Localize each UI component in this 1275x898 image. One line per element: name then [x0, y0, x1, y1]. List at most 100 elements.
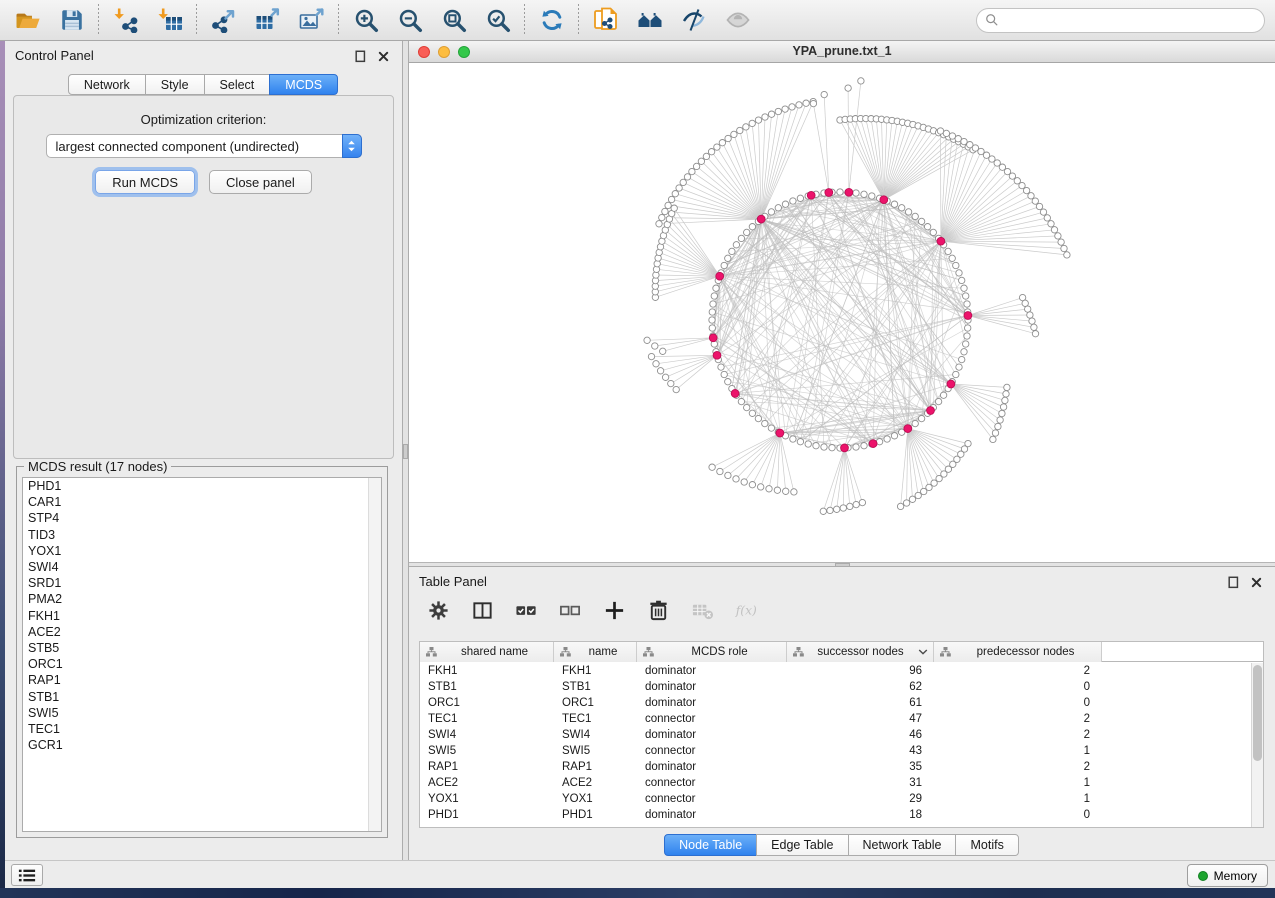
- select-all-button[interactable]: [513, 597, 540, 624]
- export-table-button[interactable]: [250, 4, 285, 36]
- list-item[interactable]: FKH1: [23, 608, 381, 624]
- import-table-button[interactable]: [152, 4, 187, 36]
- tab-edge-table[interactable]: Edge Table: [756, 834, 848, 856]
- first-neighbors-button[interactable]: [632, 4, 667, 36]
- export-network-button[interactable]: [206, 4, 241, 36]
- list-item[interactable]: CAR1: [23, 494, 381, 510]
- new-network-from-selection-button[interactable]: [588, 4, 623, 36]
- network-window-titlebar[interactable]: YPA_prune.txt_1: [409, 41, 1275, 63]
- search-input[interactable]: [999, 13, 1264, 27]
- open-file-button[interactable]: [10, 4, 45, 36]
- zoom-in-button[interactable]: [348, 4, 383, 36]
- table-row[interactable]: SWI5SWI5connector431: [420, 743, 1251, 759]
- list-item[interactable]: YOX1: [23, 543, 381, 559]
- table-cell: STB1: [554, 679, 637, 695]
- close-panel-button[interactable]: Close panel: [209, 170, 312, 194]
- list-item[interactable]: TEC1: [23, 721, 381, 737]
- mcds-result-group: MCDS result (17 nodes) PHD1CAR1STP4TID3Y…: [16, 466, 388, 838]
- run-mcds-button[interactable]: Run MCDS: [95, 170, 195, 194]
- list-item[interactable]: STP4: [23, 510, 381, 526]
- tab-network-table[interactable]: Network Table: [848, 834, 957, 856]
- splitter-grabber[interactable]: [403, 444, 408, 459]
- list-scrollbar[interactable]: [368, 478, 381, 831]
- save-session-button[interactable]: [54, 4, 89, 36]
- list-item[interactable]: ACE2: [23, 624, 381, 640]
- network-graph[interactable]: [409, 63, 1275, 562]
- column-header-successor-nodes[interactable]: successor nodes: [787, 642, 934, 662]
- table-row[interactable]: TEC1TEC1connector472: [420, 711, 1251, 727]
- table-row[interactable]: RAP1RAP1dominator352: [420, 759, 1251, 775]
- criterion-select[interactable]: largest connected component (undirected): [46, 134, 362, 158]
- tab-network[interactable]: Network: [68, 74, 146, 95]
- table-scrollbar[interactable]: [1251, 663, 1263, 827]
- table-row[interactable]: FKH1FKH1dominator962: [420, 663, 1251, 679]
- table-row[interactable]: PHD1PHD1dominator180: [420, 807, 1251, 823]
- table-cell: 0: [934, 807, 1102, 823]
- close-panel-icon[interactable]: [376, 49, 390, 63]
- delete-table-icon: [691, 599, 714, 622]
- refresh-view-button[interactable]: [534, 4, 569, 36]
- deselect-all-icon: [559, 599, 582, 622]
- delete-table-button[interactable]: [689, 597, 716, 624]
- add-column-icon: [603, 599, 626, 622]
- list-item[interactable]: RAP1: [23, 672, 381, 688]
- column-header-predecessor-nodes[interactable]: predecessor nodes: [934, 642, 1102, 662]
- export-image-button[interactable]: [294, 4, 329, 36]
- tab-node-table[interactable]: Node Table: [664, 834, 757, 856]
- table-cell: 1: [934, 775, 1102, 791]
- show-hidden-button[interactable]: [720, 4, 755, 36]
- list-item[interactable]: SWI5: [23, 705, 381, 721]
- table-panel: Table Panel f(x) shared namenameMCDS rol…: [409, 567, 1275, 860]
- import-network-button[interactable]: [108, 4, 143, 36]
- mcds-result-title: MCDS result (17 nodes): [24, 459, 171, 474]
- scrollbar-thumb[interactable]: [1253, 665, 1262, 761]
- hide-selected-button[interactable]: [676, 4, 711, 36]
- function-builder-icon: f(x): [735, 599, 758, 622]
- list-item[interactable]: ORC1: [23, 656, 381, 672]
- table-row[interactable]: STB1STB1dominator620: [420, 679, 1251, 695]
- list-item[interactable]: SRD1: [23, 575, 381, 591]
- column-header-name[interactable]: name: [554, 642, 637, 662]
- delete-column-button[interactable]: [645, 597, 672, 624]
- table-row[interactable]: YOX1YOX1connector291: [420, 791, 1251, 807]
- show-columns-button[interactable]: [469, 597, 496, 624]
- network-view-window: YPA_prune.txt_1: [409, 41, 1275, 562]
- list-item[interactable]: PHD1: [23, 478, 381, 494]
- zoom-fit-button[interactable]: [436, 4, 471, 36]
- add-column-button[interactable]: [601, 597, 628, 624]
- zoom-out-button[interactable]: [392, 4, 427, 36]
- table-cell: dominator: [637, 759, 787, 775]
- float-window-icon[interactable]: [1226, 575, 1240, 589]
- application-window: Control Panel NetworkStyleSelectMCDS Opt…: [0, 0, 1275, 898]
- table-row[interactable]: ACE2ACE2connector311: [420, 775, 1251, 791]
- settings-button[interactable]: [425, 597, 452, 624]
- function-builder-button[interactable]: f(x): [733, 597, 760, 624]
- list-item[interactable]: GCR1: [23, 737, 381, 753]
- list-item[interactable]: SWI4: [23, 559, 381, 575]
- column-header-label: predecessor nodes: [954, 646, 1101, 658]
- column-header-MCDS-role[interactable]: MCDS role: [637, 642, 787, 662]
- toolbar-group: [206, 4, 329, 36]
- table-cell: dominator: [637, 727, 787, 743]
- table-row[interactable]: SWI4SWI4dominator462: [420, 727, 1251, 743]
- close-panel-icon[interactable]: [1249, 575, 1263, 589]
- network-canvas[interactable]: [409, 63, 1275, 562]
- list-item[interactable]: PMA2: [23, 591, 381, 607]
- tab-select[interactable]: Select: [204, 74, 271, 95]
- zoom-selected-button[interactable]: [480, 4, 515, 36]
- tab-motifs[interactable]: Motifs: [955, 834, 1018, 856]
- tab-mcds[interactable]: MCDS: [269, 74, 338, 95]
- settings-icon: [427, 599, 450, 622]
- deselect-all-button[interactable]: [557, 597, 584, 624]
- column-header-shared-name[interactable]: shared name: [420, 642, 554, 662]
- list-item[interactable]: STB5: [23, 640, 381, 656]
- float-window-icon[interactable]: [353, 49, 367, 63]
- tab-style[interactable]: Style: [145, 74, 205, 95]
- memory-button[interactable]: Memory: [1187, 864, 1268, 887]
- table-row[interactable]: ORC1ORC1dominator610: [420, 695, 1251, 711]
- panels-menu-button[interactable]: [11, 864, 43, 886]
- list-item[interactable]: STB1: [23, 689, 381, 705]
- list-item[interactable]: TID3: [23, 527, 381, 543]
- table-cell: 35: [787, 759, 934, 775]
- toolbar-separator: [196, 4, 197, 36]
